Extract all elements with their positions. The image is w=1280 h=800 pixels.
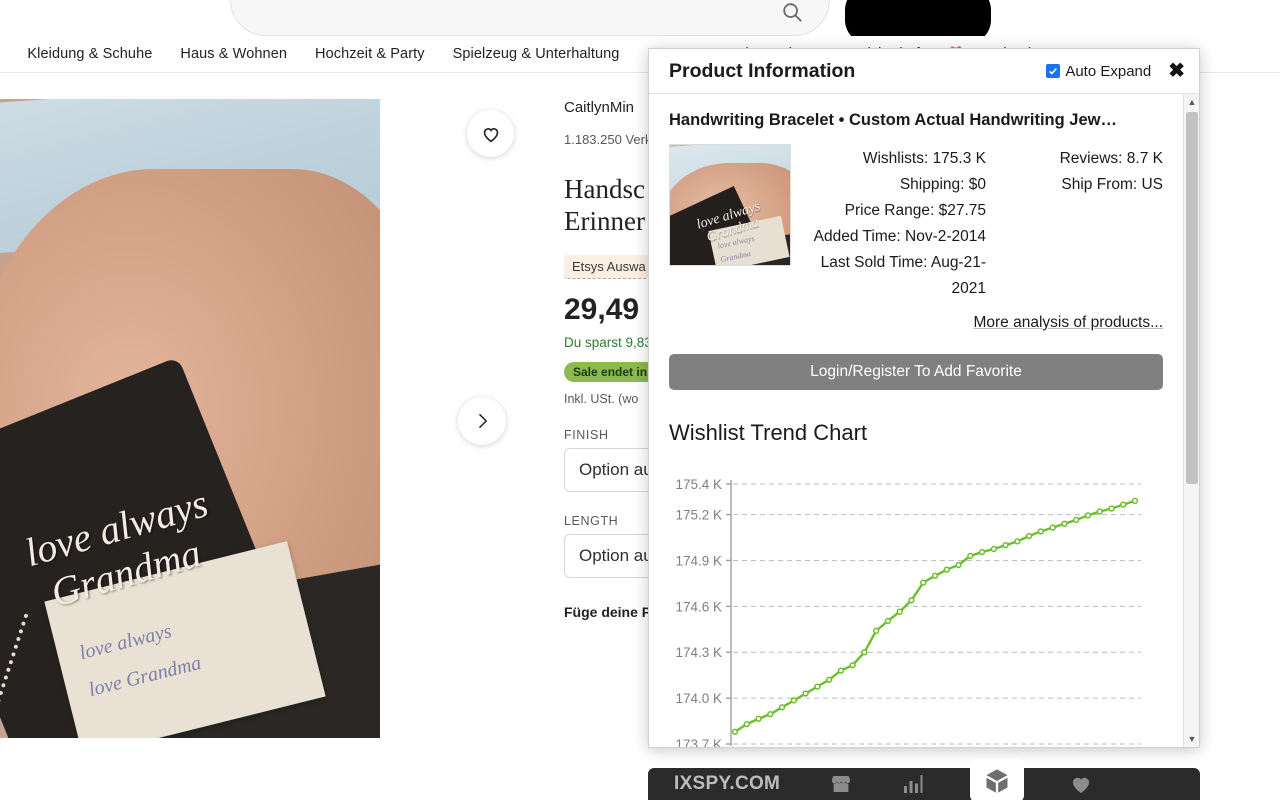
auto-expand-toggle[interactable]: Auto Expand [1046,63,1151,80]
stat-reviews: Reviews: 8.7 K [1059,150,1163,167]
panel-body: Handwriting Bracelet • Custom Actual Han… [649,94,1199,747]
favorite-heart-button[interactable] [467,110,514,157]
ixspy-bottom-toolbar: IXSPY.COM [648,759,1200,800]
nav-item-haus-wohnen[interactable]: Haus & Wohnen [166,36,301,72]
panel-content: Handwriting Bracelet • Custom Actual Han… [649,94,1183,747]
more-analysis-link[interactable]: More analysis of products... [809,314,1163,332]
store-icon[interactable] [826,769,856,799]
scrollbar-thumb[interactable] [1186,112,1198,484]
chevron-right-icon [478,413,488,429]
panel-scrollbar[interactable]: ▲ ▼ [1183,94,1199,747]
svg-text:175.4 K: 175.4 K [675,477,722,492]
nav-item-0[interactable]: s [0,36,13,72]
panel-header: Product Information Auto Expand ✖ [649,49,1199,94]
stat-shipping: Shipping: $0 [899,176,986,193]
product-stats: Wishlists: 175.3 K Reviews: 8.7 K Shippi… [809,144,1163,332]
stat-spacer-3 [986,250,1163,302]
stat-spacer-1 [986,198,1163,224]
screen: s Kleidung & Schuhe Haus & Wohnen Hochze… [0,0,1280,800]
ixspy-logo[interactable]: IXSPY.COM [674,773,780,795]
stat-price-range: Price Range: $27.75 [844,202,986,219]
etsy-pick-badge[interactable]: Etsys Auswa [564,255,654,279]
nav-item-hochzeit-party[interactable]: Hochzeit & Party [301,36,439,72]
search-input[interactable] [230,0,830,36]
note-line-1: love always [77,620,174,665]
auto-expand-checkbox[interactable] [1046,64,1061,78]
login-register-favorite-button[interactable]: Login/Register To Add Favorite [669,354,1163,390]
heart-icon[interactable] [1066,769,1096,799]
wishlist-trend-chart: 175.4 K 175.2 K 174.9 K 174.6 K 174.3 K 174.0… [669,470,1163,747]
scroll-up-arrow[interactable]: ▲ [1184,94,1199,110]
trend-chart-svg: 175.4 K 175.2 K 174.9 K 174.6 K 174.3 K 174.0… [675,477,1141,747]
heart-icon [483,127,498,142]
scroll-down-arrow[interactable]: ▼ [1184,731,1199,747]
product-stats-grid: Wishlists: 175.3 K Reviews: 8.7 K Shippi… [809,146,1163,302]
nav-item-spielzeug-unterhaltung[interactable]: Spielzeug & Unterhaltung [439,36,634,72]
site-header [0,0,1280,44]
stat-wishlists: Wishlists: 175.3 K [862,150,986,167]
ixspy-toolbar-icons [826,759,1096,800]
wishlist-trend-chart-heading: Wishlist Trend Chart [669,420,868,445]
product-information-panel: Product Information Auto Expand ✖ Handwr… [648,48,1200,748]
bar-chart-icon[interactable] [898,769,928,799]
gallery-next-button[interactable] [458,397,506,445]
panel-title: Product Information [669,59,856,82]
svg-text:174.6 K: 174.6 K [675,599,722,614]
panel-product-title: Handwriting Bracelet • Custom Actual Han… [669,111,1117,129]
auto-expand-label: Auto Expand [1065,62,1152,80]
stat-added-time: Added Time: Nov-2-2014 [813,228,986,245]
product-thumbnail[interactable]: love always Grandma love always Grandma [669,144,791,266]
stat-spacer-2 [986,224,1163,250]
stat-last-sold-time: Last Sold Time: Aug-21-2021 [820,254,986,297]
svg-text:174.3 K: 174.3 K [675,645,722,660]
thumb-note-line-2: Grandma [719,248,752,265]
svg-text:173.7 K: 173.7 K [675,737,722,747]
check-icon [1049,67,1058,75]
stat-ship-from: Ship From: US [1061,176,1163,193]
svg-text:174.0 K: 174.0 K [675,691,722,706]
box-icon[interactable] [970,759,1025,800]
nav-item-kleidung-schuhe[interactable]: Kleidung & Schuhe [13,36,166,72]
panel-summary-row: love always Grandma love always Grandma … [669,144,1163,332]
svg-text:174.9 K: 174.9 K [675,553,722,568]
product-gallery-image[interactable]: love always love Grandma love always Gra… [0,99,380,738]
close-icon[interactable]: ✖ [1168,61,1185,81]
svg-text:175.2 K: 175.2 K [675,508,722,523]
